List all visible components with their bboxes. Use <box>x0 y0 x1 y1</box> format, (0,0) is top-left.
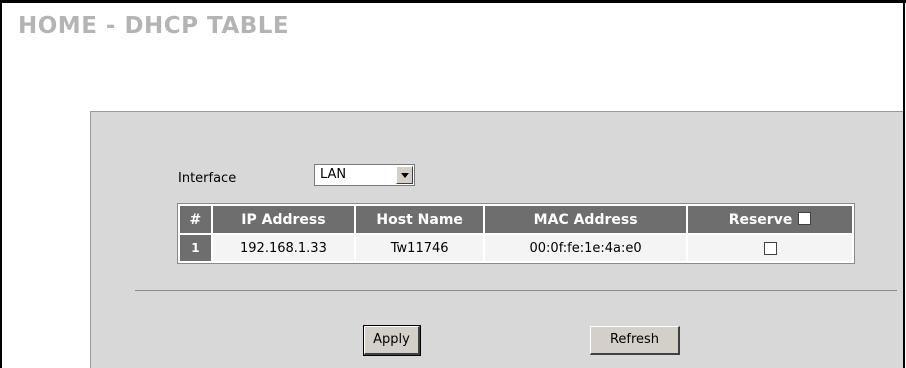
dhcp-table: # IP Address Host Name MAC Address Reser… <box>177 203 855 264</box>
reserve-header-label: Reserve <box>728 211 793 228</box>
table-header-row: # IP Address Host Name MAC Address Reser… <box>180 206 852 233</box>
window-right-border <box>903 0 905 368</box>
window-top-border <box>0 0 906 3</box>
interface-select[interactable]: LAN <box>314 164 415 186</box>
interface-select-value: LAN <box>320 167 347 182</box>
window-left-border <box>0 0 2 368</box>
chevron-down-icon[interactable] <box>396 166 413 184</box>
row-ip-address: 192.168.1.33 <box>212 235 355 261</box>
col-host-header: Host Name <box>356 206 484 233</box>
row-reserve-cell <box>688 235 852 261</box>
apply-button[interactable]: Apply <box>363 325 421 356</box>
col-index-header: # <box>180 206 211 233</box>
table-row: 1 192.168.1.33 Tw11746 00:0f:fe:1e:4a:e0 <box>180 235 852 261</box>
divider <box>135 290 897 291</box>
row-reserve-checkbox[interactable] <box>763 241 777 255</box>
page-title: HOME - DHCP TABLE <box>18 13 290 39</box>
interface-label: Interface <box>178 171 237 186</box>
col-reserve-header: Reserve <box>688 206 852 233</box>
refresh-button[interactable]: Refresh <box>590 326 680 355</box>
col-mac-header: MAC Address <box>485 206 687 233</box>
row-index: 1 <box>180 235 211 261</box>
reserve-all-checkbox[interactable] <box>798 211 812 225</box>
row-host-name: Tw11746 <box>356 235 484 261</box>
row-mac-address: 00:0f:fe:1e:4a:e0 <box>485 235 687 261</box>
col-ip-header: IP Address <box>212 206 355 233</box>
